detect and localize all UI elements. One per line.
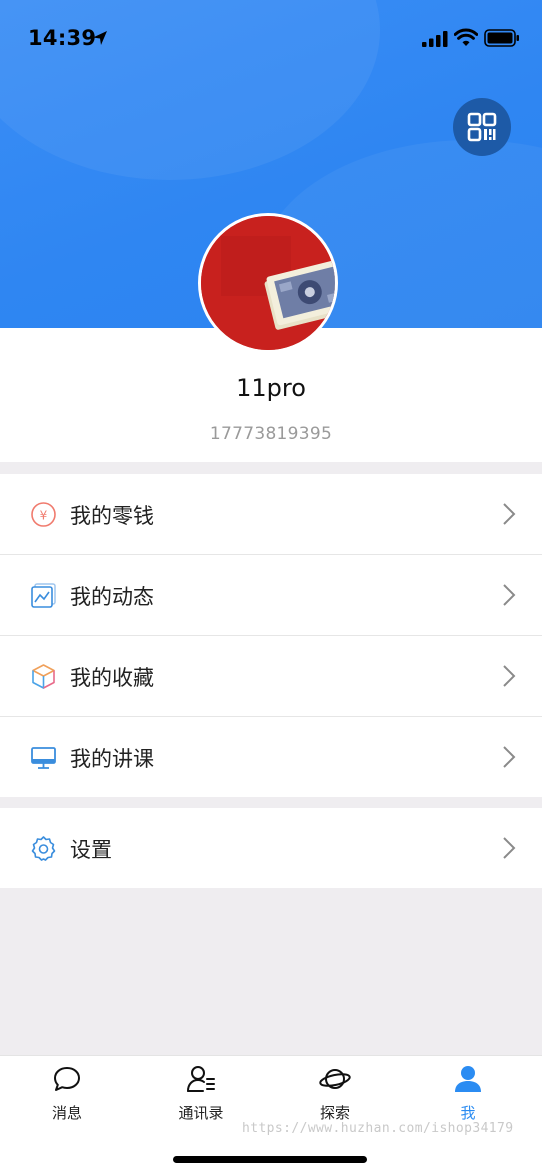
chat-bubble-icon	[54, 1067, 80, 1091]
contacts-icon	[187, 1066, 215, 1092]
battery-icon	[484, 29, 519, 47]
cellular-signal-icon	[422, 31, 448, 47]
tab-messages[interactable]: 消息	[7, 1056, 127, 1136]
menu-item-settings[interactable]: 设置	[0, 808, 542, 888]
tab-label: 探索	[319, 1104, 350, 1122]
wifi-icon	[454, 28, 478, 46]
profile-phone-number: 17773819395	[209, 424, 333, 444]
menu-item-label: 我的动态	[70, 585, 154, 609]
gear-icon	[31, 836, 56, 861]
menu-item-lectures[interactable]: 我的讲课	[0, 717, 542, 797]
cube-box-icon	[32, 664, 55, 689]
status-bar: 14:39	[0, 0, 542, 76]
location-arrow-icon	[93, 31, 107, 45]
chevron-right-icon	[503, 837, 516, 859]
avatar-image	[201, 216, 335, 350]
menu-item-label: 我的收藏	[70, 666, 154, 690]
menu-item-label: 我的讲课	[70, 747, 154, 771]
tab-label: 我	[460, 1104, 476, 1122]
chevron-right-icon	[503, 665, 516, 687]
monitor-icon	[31, 747, 56, 769]
tab-label: 通讯录	[178, 1104, 224, 1122]
home-indicator[interactable]	[173, 1156, 367, 1163]
status-time: 14:39	[28, 26, 97, 50]
menu-item-moments[interactable]: 我的动态	[0, 555, 542, 636]
person-icon	[455, 1066, 481, 1092]
menu-item-wallet[interactable]: ¥ 我的零钱	[0, 474, 542, 555]
planet-icon	[319, 1069, 351, 1089]
chevron-right-icon	[503, 503, 516, 525]
profile-username: 11pro	[236, 374, 306, 402]
qr-code-icon	[467, 112, 497, 142]
chevron-right-icon	[503, 584, 516, 606]
yuan-coin-icon: ¥	[31, 502, 56, 527]
avatar[interactable]	[198, 213, 338, 353]
menu-item-favorites[interactable]: 我的收藏	[0, 636, 542, 717]
settings-menu-group: 设置	[0, 808, 542, 888]
chevron-right-icon	[503, 746, 516, 768]
tab-label: 消息	[51, 1104, 82, 1122]
qr-code-button[interactable]	[453, 98, 511, 156]
wallet-menu-group: ¥ 我的零钱 我的动态 我的收藏 我的讲课	[0, 474, 542, 797]
photo-gallery-icon	[31, 583, 56, 608]
menu-item-label: 设置	[70, 838, 112, 862]
watermark-text: https://www.huzhan.com/ishop34179	[242, 1121, 514, 1136]
svg-text:¥: ¥	[40, 509, 48, 523]
menu-item-label: 我的零钱	[70, 504, 154, 528]
